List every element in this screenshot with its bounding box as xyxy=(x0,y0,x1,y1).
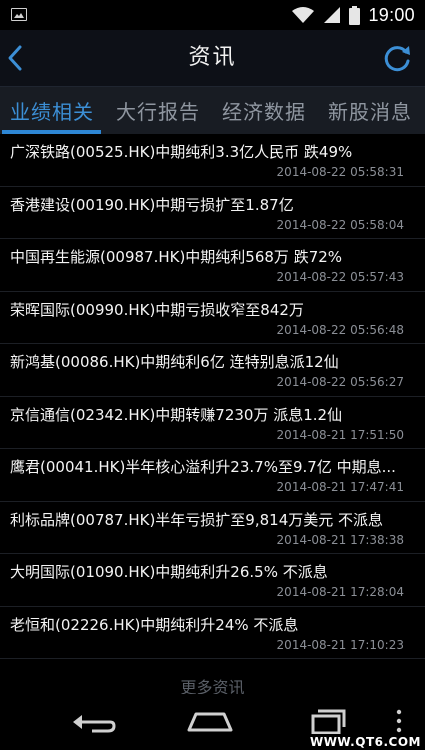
news-item[interactable]: 荣晖国际(00990.HK)中期亏损收窄至842万 2014-08-22 05:… xyxy=(0,292,425,344)
news-title: 利标品牌(00787.HK)半年亏损扩至9,814万美元 不派息 xyxy=(10,510,384,529)
tab-economic-data[interactable]: 经济数据 xyxy=(222,87,306,134)
news-time: 2014-08-22 05:56:48 xyxy=(276,322,404,337)
news-item[interactable]: 广深铁路(00525.HK)中期纯利3.3亿人民币 跌49% 2014-08-2… xyxy=(0,134,425,187)
news-time: 2014-08-22 05:58:04 xyxy=(276,217,404,232)
load-more-button[interactable]: 更多资讯 xyxy=(0,674,425,694)
app-header: 资讯 xyxy=(0,30,425,87)
news-time: 2014-08-21 17:38:38 xyxy=(276,532,404,547)
home-nav-icon xyxy=(187,712,233,732)
news-title: 大明国际(01090.HK)中期纯利升26.5% 不派息 xyxy=(10,563,328,581)
news-title: 京信通信(02342.HK)中期转赚7230万 派息1.2仙 xyxy=(10,405,343,424)
news-item[interactable]: 大明国际(01090.HK)中期纯利升26.5% 不派息 2014-08-21 … xyxy=(0,554,425,607)
tab-earnings[interactable]: 业绩相关 xyxy=(10,87,94,134)
news-title: 香港建设(00190.HK)中期亏损扩至1.87亿 xyxy=(10,195,294,214)
system-nav-bar: WWW.QT6.COM xyxy=(0,694,425,750)
news-title: 广深铁路(00525.HK)中期纯利3.3亿人民币 跌49% xyxy=(10,143,353,161)
tab-ipo-news[interactable]: 新股消息 xyxy=(328,87,412,134)
news-time: 2014-08-21 17:28:04 xyxy=(276,585,404,599)
signal-icon xyxy=(324,7,341,23)
news-time: 2014-08-21 17:47:41 xyxy=(276,480,404,494)
back-nav-icon xyxy=(73,715,116,733)
news-title: 鹰君(00041.HK)半年核心溢利升23.7%至9.7亿 中期息... xyxy=(10,458,396,476)
status-bar: 19:00 xyxy=(0,0,425,30)
news-item[interactable]: 老恒和(02226.HK)中期纯利升24% 不派息 2014-08-21 17:… xyxy=(0,607,425,659)
watermark: WWW.QT6.COM xyxy=(307,734,423,750)
news-title: 新鸿基(00086.HK)中期纯利6亿 连特别息派12仙 xyxy=(10,353,339,371)
news-time: 2014-08-22 05:56:27 xyxy=(276,375,404,389)
news-time: 2014-08-22 05:57:43 xyxy=(276,270,404,284)
news-item[interactable]: 鹰君(00041.HK)半年核心溢利升23.7%至9.7亿 中期息... 201… xyxy=(0,449,425,502)
page-title: 资讯 xyxy=(188,45,237,70)
news-item[interactable]: 新鸿基(00086.HK)中期纯利6亿 连特别息派12仙 2014-08-22 … xyxy=(0,344,425,397)
wifi-icon xyxy=(292,7,315,23)
tab-broker-reports[interactable]: 大行报告 xyxy=(116,87,200,134)
status-time: 19:00 xyxy=(368,4,415,25)
news-title: 老恒和(02226.HK)中期纯利升24% 不派息 xyxy=(10,615,299,634)
news-time: 2014-08-22 05:58:31 xyxy=(276,165,404,179)
refresh-button[interactable] xyxy=(375,36,419,80)
news-title: 荣晖国际(00990.HK)中期亏损收窄至842万 xyxy=(10,300,304,319)
back-nav-button[interactable] xyxy=(62,700,122,744)
news-item[interactable]: 中国再生能源(00987.HK)中期纯利568万 跌72% 2014-08-22… xyxy=(0,239,425,292)
refresh-icon xyxy=(384,46,410,72)
image-notification-icon xyxy=(11,8,27,21)
news-time: 2014-08-21 17:10:23 xyxy=(276,637,404,652)
news-title: 中国再生能源(00987.HK)中期纯利568万 跌72% xyxy=(10,248,343,266)
home-nav-button[interactable] xyxy=(180,700,240,744)
overflow-menu-icon[interactable] xyxy=(396,708,402,734)
news-list: 广深铁路(00525.HK)中期纯利3.3亿人民币 跌49% 2014-08-2… xyxy=(0,134,425,694)
news-time: 2014-08-21 17:51:50 xyxy=(276,427,404,442)
news-item[interactable]: 利标品牌(00787.HK)半年亏损扩至9,814万美元 不派息 2014-08… xyxy=(0,502,425,554)
news-item[interactable]: 香港建设(00190.HK)中期亏损扩至1.87亿 2014-08-22 05:… xyxy=(0,187,425,239)
category-tabs: 业绩相关 大行报告 经济数据 新股消息 xyxy=(0,87,425,134)
battery-icon xyxy=(349,5,361,25)
news-item[interactable]: 京信通信(02342.HK)中期转赚7230万 派息1.2仙 2014-08-2… xyxy=(0,397,425,449)
